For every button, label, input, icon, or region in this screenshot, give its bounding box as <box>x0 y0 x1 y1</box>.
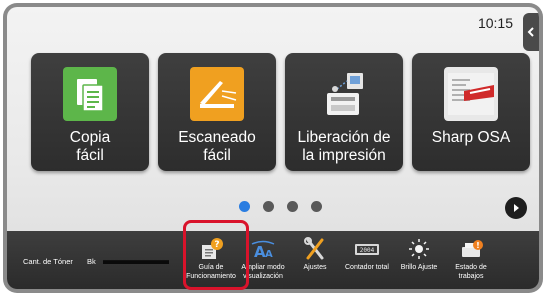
guide-icon: ? <box>196 237 226 261</box>
app-print-release[interactable]: Liberación de la impresión <box>285 53 403 171</box>
page-dot-1[interactable] <box>239 201 250 212</box>
settings-button[interactable]: Ajustes <box>288 233 342 287</box>
chevron-left-icon <box>527 27 534 37</box>
toner-label: Cant. de Tóner <box>23 257 73 266</box>
taskbar: Cant. de Tóner Bk ? Guía de Funcionamien… <box>7 231 539 289</box>
page-dot-3[interactable] <box>287 201 298 212</box>
toner-color: Bk <box>87 257 96 266</box>
enlarge-display-label: Ampliar modo visualización <box>241 264 285 280</box>
print-release-icon <box>317 67 371 121</box>
device-frame: 10:15 Copia fácil Escaneado fácil Libera… <box>3 3 543 293</box>
settings-tools-icon <box>300 237 330 261</box>
svg-text:A: A <box>265 249 273 260</box>
copy-icon <box>63 67 117 121</box>
job-status-icon: ! <box>456 237 486 261</box>
clock: 10:15 <box>477 15 513 31</box>
play-right-icon <box>514 204 519 212</box>
app-label-line1: Escaneado <box>178 129 256 146</box>
settings-label: Ajustes <box>303 264 327 271</box>
app-grid: Copia fácil Escaneado fácil Liberación d… <box>31 53 530 173</box>
next-page-button[interactable] <box>505 197 527 219</box>
svg-text:2004: 2004 <box>360 247 375 254</box>
job-status-button[interactable]: ! Estado de trabajos <box>444 233 498 287</box>
page-dot-4[interactable] <box>311 201 322 212</box>
app-label-line2: fácil <box>76 147 104 164</box>
toner-level-bar <box>103 260 169 264</box>
guide-button[interactable]: ? Guía de Funcionamiento <box>184 233 238 287</box>
app-sharp-osa[interactable]: Sharp OSA <box>412 53 530 171</box>
counter-icon: 2004 <box>352 237 382 261</box>
app-easy-scan[interactable]: Escaneado fácil <box>158 53 276 171</box>
app-label-line1: Copia <box>69 129 111 146</box>
side-panel-tab[interactable] <box>523 13 539 51</box>
brightness-button[interactable]: Brillo Ajuste <box>392 233 446 287</box>
job-status-label: Estado de trabajos <box>455 264 487 280</box>
magnify-text-icon: A A <box>248 237 278 261</box>
home-screen: 10:15 Copia fácil Escaneado fácil Libera… <box>7 7 539 289</box>
sharp-osa-icon <box>444 67 498 121</box>
guide-label: Guía de Funcionamiento <box>186 264 236 280</box>
app-easy-copy[interactable]: Copia fácil <box>31 53 149 171</box>
total-count-button[interactable]: 2004 Contador total <box>340 233 394 287</box>
app-label-line2: fácil <box>203 147 231 164</box>
app-label-line2: la impresión <box>302 147 386 164</box>
brightness-label: Brillo Ajuste <box>400 264 438 271</box>
app-label-line1: Sharp OSA <box>431 129 511 146</box>
scan-icon <box>190 67 244 121</box>
page-dot-2[interactable] <box>263 201 274 212</box>
svg-text:!: ! <box>476 241 480 250</box>
total-count-label: Contador total <box>345 264 389 271</box>
brightness-icon <box>404 237 434 261</box>
toner-indicator: Cant. de Tóner Bk <box>23 249 173 275</box>
svg-text:?: ? <box>214 240 219 250</box>
enlarge-display-button[interactable]: A A Ampliar modo visualización <box>236 233 290 287</box>
app-label-line1: Liberación de <box>297 129 391 146</box>
